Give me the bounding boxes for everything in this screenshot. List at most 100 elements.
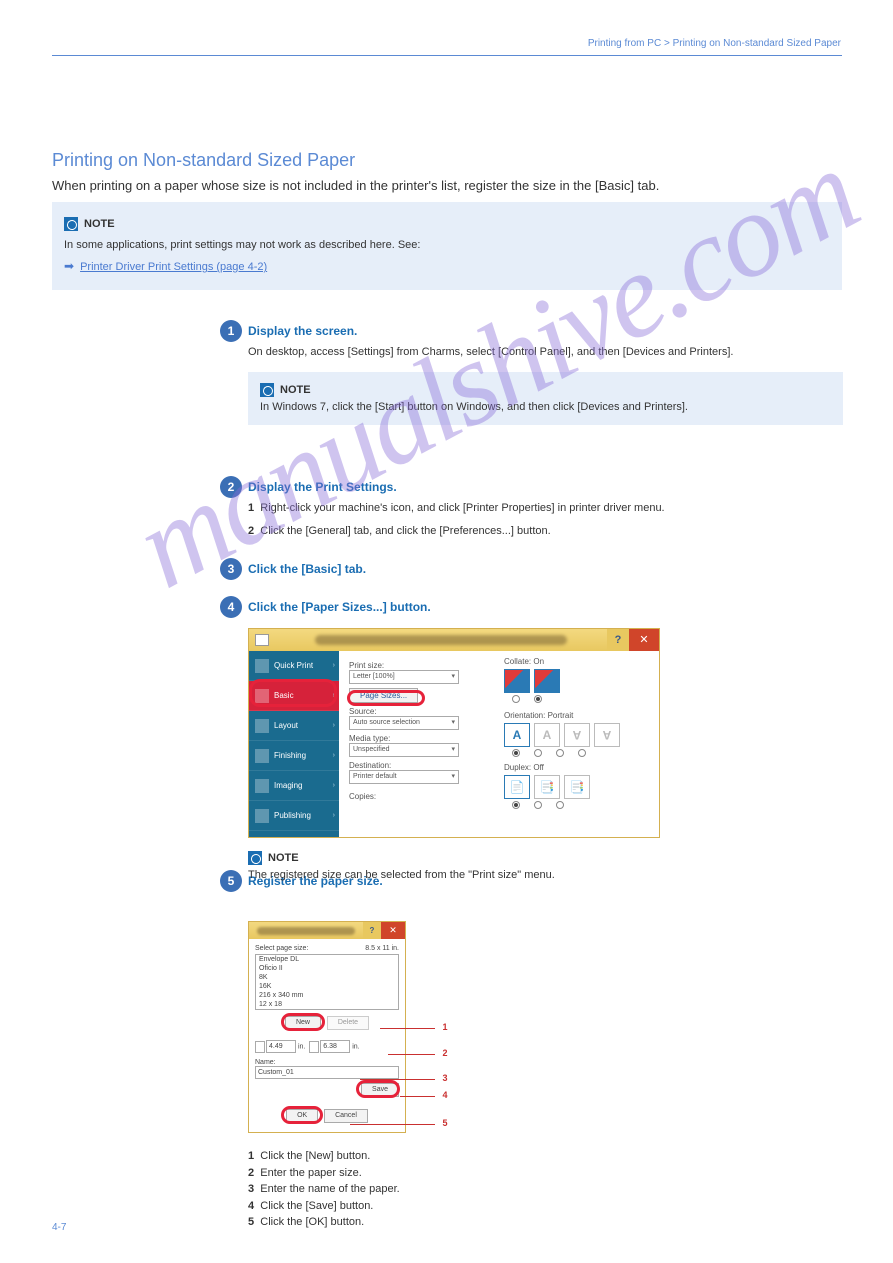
note-icon [260, 383, 274, 397]
step-2-badge: 2 [220, 476, 242, 498]
help-button[interactable]: ? [363, 922, 381, 939]
duplex-radio-3[interactable] [556, 801, 564, 809]
callout-line-4 [400, 1096, 435, 1097]
callout-3: 3 [438, 1071, 452, 1085]
cancel-button[interactable]: Cancel [324, 1109, 368, 1123]
note-icon [248, 851, 262, 865]
step-5-badge: 5 [220, 870, 242, 892]
see-also-box: NOTE In some applications, print setting… [52, 202, 842, 290]
help-button[interactable]: ? [607, 629, 629, 651]
new-button[interactable]: New [285, 1016, 321, 1030]
callout-4: 4 [438, 1088, 452, 1102]
watermark: manualshive.com [114, 122, 878, 615]
callout-5: 5 [438, 1116, 452, 1130]
collate-on-thumb[interactable] [534, 669, 560, 693]
orient-radio-3[interactable] [556, 749, 564, 757]
callout-line-3 [360, 1079, 435, 1080]
orient-landscape[interactable]: A [534, 723, 560, 747]
print-properties-dialog: ? ✕ Quick Print› Basic› Layout› Finishin… [248, 628, 660, 838]
step-1-body: On desktop, access [Settings] from Charm… [248, 344, 838, 361]
basic-icon [255, 689, 269, 703]
duplex-label: Duplex: Off [504, 763, 620, 772]
width-input[interactable]: 4.49 [266, 1040, 296, 1053]
step-1-title: Display the screen. [248, 324, 357, 338]
tab-quick-print[interactable]: Quick Print› [249, 651, 339, 681]
destination-select[interactable]: Printer default [349, 770, 459, 784]
page-number: 4-7 [52, 1222, 66, 1233]
dialog-titlebar: ? ✕ [249, 629, 659, 651]
select-size-label: Select page size: [255, 945, 308, 952]
step-1-note: NOTE In Windows 7, click the [Start] but… [248, 372, 843, 425]
duplex-short[interactable]: 📑 [564, 775, 590, 799]
layout-icon [255, 719, 269, 733]
current-dim: 8.5 x 11 in. [365, 945, 399, 952]
duplex-radio-1[interactable] [512, 801, 520, 809]
collate-label: Collate: On [504, 657, 620, 666]
save-button[interactable]: Save [361, 1083, 399, 1097]
callout-1: 1 [438, 1020, 452, 1034]
step-2-title: Display the Print Settings. [248, 480, 397, 494]
orient-rot270[interactable]: A [594, 723, 620, 747]
step-2-body: 1 Right-click your machine's icon, and c… [248, 500, 838, 539]
close-button[interactable]: ✕ [381, 922, 405, 939]
step-1-badge: 1 [220, 320, 242, 342]
dialog2-titlebar: ? ✕ [249, 922, 405, 939]
collate-off-thumb[interactable] [504, 669, 530, 693]
orient-portrait[interactable]: A [504, 723, 530, 747]
tabs-sidebar: Quick Print› Basic› Layout› Finishing› I… [249, 651, 339, 838]
page-title: Printing on Non-standard Sized Paper [52, 150, 355, 171]
height-icon [309, 1041, 319, 1053]
collate-radio-2[interactable] [534, 695, 542, 703]
callout-line-2 [388, 1054, 435, 1055]
publishing-icon [255, 809, 269, 823]
duplex-long[interactable]: 📑 [534, 775, 560, 799]
imaging-icon [255, 779, 269, 793]
close-button[interactable]: ✕ [629, 629, 659, 651]
note-icon [64, 217, 78, 231]
step-5-body: 1 Click the [New] button. 2 Enter the pa… [248, 1148, 838, 1231]
duplex-radio-2[interactable] [534, 801, 542, 809]
height-input[interactable]: 6.38 [320, 1040, 350, 1053]
tab-finishing[interactable]: Finishing› [249, 741, 339, 771]
finishing-icon [255, 749, 269, 763]
size-listbox[interactable]: Envelope DL Oficio II 8K 16K 216 x 340 m… [255, 954, 399, 1010]
width-icon [255, 1041, 265, 1053]
delete-button[interactable]: Delete [327, 1016, 369, 1030]
step-4-title: Click the [Paper Sizes...] button. [248, 600, 431, 614]
blurred-title-2 [257, 927, 355, 935]
header-rule [52, 55, 842, 56]
callout-line-1 [380, 1028, 435, 1029]
step-3-badge: 3 [220, 558, 242, 580]
orientation-label: Orientation: Portrait [504, 711, 620, 720]
basic-panel: Print size: Letter [100%] Page Sizes... … [339, 651, 659, 838]
name-input[interactable]: Custom_01 [255, 1066, 399, 1079]
orient-radio-2[interactable] [534, 749, 542, 757]
tab-publishing[interactable]: Publishing› [249, 801, 339, 831]
registered-note: NOTE The registered size can be selected… [248, 850, 843, 883]
step-3-title: Click the [Basic] tab. [248, 562, 366, 576]
collate-radio-1[interactable] [512, 695, 520, 703]
orient-rot180[interactable]: A [564, 723, 590, 747]
window-icon [255, 634, 269, 646]
tab-layout[interactable]: Layout› [249, 711, 339, 741]
callout-line-5 [350, 1124, 435, 1125]
see-also-link[interactable]: Printer Driver Print Settings (page 4-2) [80, 261, 267, 273]
media-select[interactable]: Unspecified [349, 743, 459, 757]
print-size-select[interactable]: Letter [100%] [349, 670, 459, 684]
ok-button[interactable]: OK [286, 1109, 318, 1123]
tab-imaging[interactable]: Imaging› [249, 771, 339, 801]
page-sizes-dialog: ? ✕ Select page size: 8.5 x 11 in. Envelo… [248, 921, 406, 1133]
tab-basic[interactable]: Basic› [249, 681, 339, 711]
page-sizes-button[interactable]: Page Sizes... [349, 688, 418, 703]
arrow-icon: ➡ [64, 259, 74, 273]
source-select[interactable]: Auto source selection [349, 716, 459, 730]
name-label: Name: [255, 1059, 399, 1066]
quickprint-icon [255, 659, 269, 673]
orient-radio-1[interactable] [512, 749, 520, 757]
duplex-off[interactable]: 📄 [504, 775, 530, 799]
callout-2: 2 [438, 1046, 452, 1060]
orient-radio-4[interactable] [578, 749, 586, 757]
step-4-badge: 4 [220, 596, 242, 618]
header-breadcrumb: Printing from PC > Printing on Non-stand… [588, 38, 841, 49]
blurred-title [315, 635, 567, 645]
